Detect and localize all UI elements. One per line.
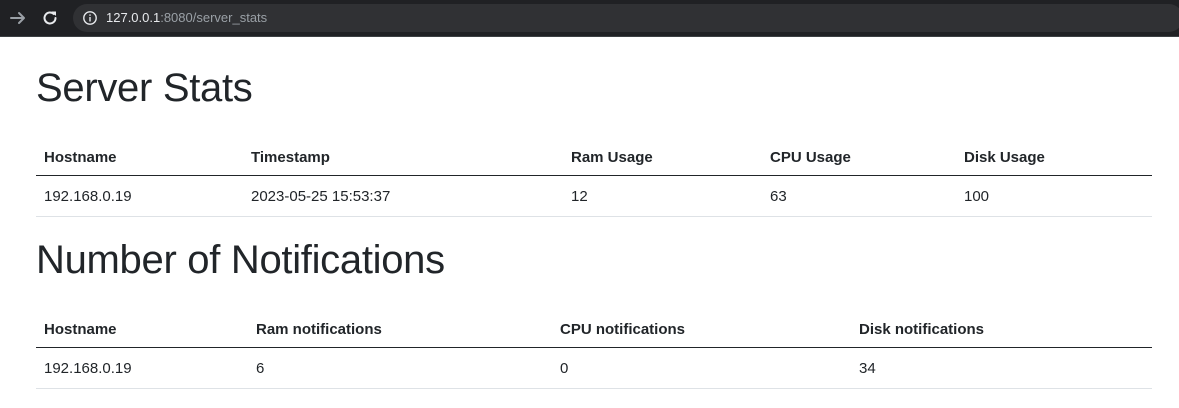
column-header-ram-notifications: Ram notifications xyxy=(248,311,552,348)
column-header-cpu-usage: CPU Usage xyxy=(762,139,956,176)
server-stats-title: Server Stats xyxy=(36,66,253,110)
column-header-hostname: Hostname xyxy=(36,311,248,348)
column-header-timestamp: Timestamp xyxy=(243,139,563,176)
server-stats-table: Hostname Timestamp Ram Usage CPU Usage D… xyxy=(36,139,1152,217)
address-bar[interactable]: 127.0.0.1:8080/server_stats xyxy=(73,4,1179,32)
table-header-row: Hostname Ram notifications CPU notificat… xyxy=(36,311,1152,348)
column-header-disk-usage: Disk Usage xyxy=(956,139,1152,176)
cell-cpu-notifications: 0 xyxy=(552,347,851,389)
url-text[interactable]: 127.0.0.1:8080/server_stats xyxy=(106,10,267,26)
url-path: :8080/server_stats xyxy=(160,10,268,25)
table-header-row: Hostname Timestamp Ram Usage CPU Usage D… xyxy=(36,139,1152,176)
info-icon[interactable] xyxy=(82,10,98,26)
reload-button[interactable] xyxy=(39,7,61,29)
cell-hostname: 192.168.0.19 xyxy=(36,175,243,217)
cell-hostname: 192.168.0.19 xyxy=(36,347,248,389)
notifications-title: Number of Notifications xyxy=(36,238,445,282)
reload-icon xyxy=(43,11,57,25)
column-header-disk-notifications: Disk notifications xyxy=(851,311,1152,348)
cell-timestamp: 2023-05-25 15:53:37 xyxy=(243,175,563,217)
column-header-hostname: Hostname xyxy=(36,139,243,176)
page-content: Server Stats Hostname Timestamp Ram Usag… xyxy=(36,37,1152,389)
column-header-cpu-notifications: CPU notifications xyxy=(552,311,851,348)
cell-cpu-usage: 63 xyxy=(762,175,956,217)
url-host: 127.0.0.1 xyxy=(106,10,161,25)
cell-ram-usage: 12 xyxy=(563,175,762,217)
arrow-forward-icon xyxy=(10,12,25,24)
browser-toolbar: 127.0.0.1:8080/server_stats xyxy=(0,0,1179,37)
cell-disk-notifications: 34 xyxy=(851,347,1152,389)
forward-button[interactable] xyxy=(7,7,29,29)
cell-ram-notifications: 6 xyxy=(248,347,552,389)
cell-disk-usage: 100 xyxy=(956,175,1152,217)
column-header-ram-usage: Ram Usage xyxy=(563,139,762,176)
notifications-table: Hostname Ram notifications CPU notificat… xyxy=(36,311,1152,389)
table-row: 192.168.0.19 6 0 34 xyxy=(36,347,1152,389)
table-row: 192.168.0.19 2023-05-25 15:53:37 12 63 1… xyxy=(36,175,1152,217)
